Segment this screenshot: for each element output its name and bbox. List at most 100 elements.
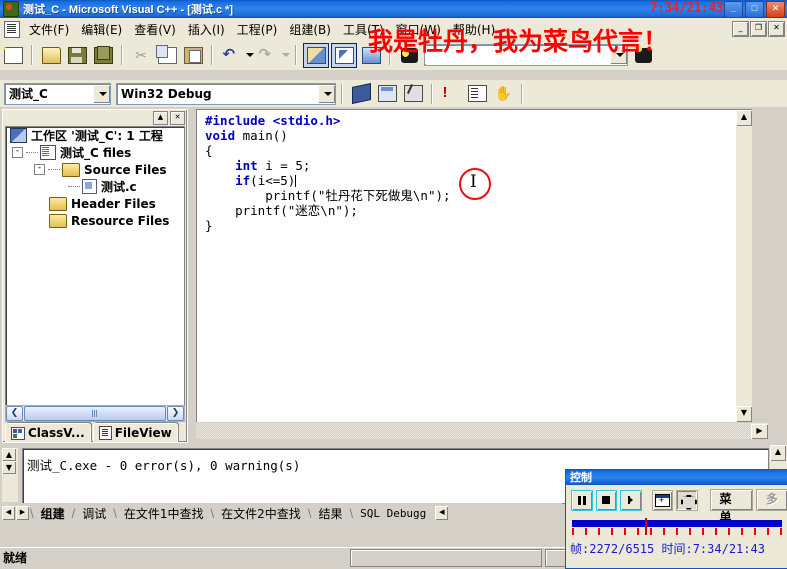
stop-icon <box>602 496 611 504</box>
menu-item-project[interactable]: 工程(P) <box>231 19 284 40</box>
more-button[interactable]: 多 <box>755 489 787 511</box>
compile-button[interactable] <box>349 82 373 105</box>
tab-class-view[interactable]: ClassV... <box>5 423 91 442</box>
tree-item-project[interactable]: - 测试_C files <box>6 144 184 161</box>
pause-button[interactable] <box>571 489 593 511</box>
tab-scroll-prev-button[interactable]: ◀ <box>2 506 15 520</box>
tab-scroll-right-button[interactable]: ◀ <box>435 506 449 520</box>
cut-button[interactable]: ✂ <box>129 44 153 67</box>
window-list-button[interactable] <box>359 44 383 67</box>
find-input[interactable] <box>425 46 608 64</box>
output-tab-debug[interactable]: 调试 <box>75 504 113 522</box>
workspace-panel-buttons: ▲ ✕ <box>153 111 185 125</box>
move-window-button[interactable] <box>651 489 674 511</box>
output-tab-results[interactable]: 结果 <box>311 504 349 522</box>
menu-bar: 文件(F) 编辑(E) 查看(V) 插入(I) 工程(P) 组建(B) 工具(T… <box>0 18 787 41</box>
tree-item-c-file[interactable]: 测试.c <box>6 178 184 195</box>
minimize-button[interactable]: _ <box>724 1 743 18</box>
slider-thumb[interactable] <box>645 518 648 535</box>
redo-button[interactable]: ↷ <box>255 44 279 67</box>
find-dropdown-button[interactable] <box>610 46 627 64</box>
new-document-button[interactable] <box>0 44 25 67</box>
expander-icon[interactable]: - <box>12 147 23 158</box>
paste-icon <box>183 46 203 64</box>
workspace-collapse-button[interactable]: ▲ <box>153 111 168 125</box>
go-button[interactable] <box>465 82 489 105</box>
playback-slider[interactable] <box>572 518 782 540</box>
tree-item-workspace[interactable]: 工作区 '测试_C': 1 工程 <box>6 127 184 144</box>
stop-build-button[interactable]: ! <box>439 82 463 105</box>
find-in-files-button[interactable] <box>397 44 421 67</box>
project-combo-dropdown[interactable] <box>93 84 110 103</box>
menu-item-edit[interactable]: 编辑(E) <box>75 19 128 40</box>
menu-item-window[interactable]: 窗口(W) <box>390 19 447 40</box>
window-controls: _ □ ✕ <box>724 1 785 18</box>
fullscreen-button[interactable] <box>676 489 698 511</box>
paste-button[interactable] <box>181 44 205 67</box>
output-toggle-button[interactable] <box>331 42 357 68</box>
output-scroll-up-button[interactable]: ▲ <box>2 448 16 461</box>
mdi-close-button[interactable]: ✕ <box>768 21 785 37</box>
menu-item-insert[interactable]: 插入(I) <box>182 19 231 40</box>
menu-item-help[interactable]: 帮助(H) <box>447 19 501 40</box>
execute-button[interactable] <box>401 82 425 105</box>
output-tab-sql-debugger[interactable]: SQL Debugg <box>353 504 433 522</box>
output-tab-find-in-files-2[interactable]: 在文件2中查找 <box>214 504 308 522</box>
status-cell-1 <box>350 548 542 567</box>
open-file-button[interactable] <box>39 44 63 67</box>
editor-vertical-scrollbar[interactable]: ▲ ▼ <box>735 110 752 422</box>
tab-scroll-next-button[interactable]: ▶ <box>16 506 29 520</box>
recorder-control-window: 控制 菜单 多 帧:2272/6515 时间:7:34/21:43 <box>565 469 787 569</box>
configuration-combo-dropdown[interactable] <box>318 84 335 103</box>
file-view-tree[interactable]: 工作区 '测试_C': 1 工程 - 测试_C files - Source F… <box>5 126 185 420</box>
scroll-up-button[interactable]: ▲ <box>736 110 752 126</box>
menu-item-file[interactable]: 文件(F) <box>23 19 75 40</box>
menu-item-tools[interactable]: 工具(T) <box>337 19 390 40</box>
undo-dropdown-arrow-icon[interactable] <box>246 53 254 57</box>
editor-horizontal-scrollbar[interactable]: ▶ <box>196 423 768 439</box>
tree-item-source-files[interactable]: - Source Files <box>6 161 184 178</box>
find-next-button[interactable] <box>631 44 655 67</box>
menu-item-build[interactable]: 组建(B) <box>283 19 337 40</box>
scrollbar-track[interactable] <box>196 423 751 439</box>
output-tab-build[interactable]: 组建 <box>34 504 72 522</box>
build-icon <box>377 85 397 102</box>
output-scroll-down-button[interactable]: ▼ <box>2 461 16 474</box>
vc6-application-window: 测试_C - Microsoft Visual C++ - [测试.c *] 7… <box>0 0 787 569</box>
stop-button[interactable] <box>595 489 618 511</box>
tree-item-resource-files[interactable]: Resource Files <box>6 212 184 229</box>
menu-button[interactable]: 菜单 <box>709 489 753 524</box>
configuration-combo[interactable]: Win32 Debug <box>116 82 336 105</box>
save-all-button[interactable] <box>91 44 115 67</box>
workspace-horizontal-scrollbar[interactable]: ❮ ❯ <box>5 405 185 422</box>
maximize-button[interactable]: □ <box>745 1 764 18</box>
scroll-right-button[interactable]: ❯ <box>167 406 184 421</box>
close-button[interactable]: ✕ <box>766 1 785 18</box>
project-combo[interactable]: 测试_C <box>4 82 111 105</box>
code-editor[interactable]: #include <stdio.h> void main() { int i =… <box>196 109 752 422</box>
tab-file-view[interactable]: FileView <box>92 423 178 442</box>
mdi-restore-button[interactable]: ❐ <box>750 21 767 37</box>
scissors-icon: ✂ <box>135 46 147 63</box>
toolbar-separator <box>121 45 123 65</box>
scrollbar-thumb[interactable] <box>24 406 166 421</box>
menu-item-view[interactable]: 查看(V) <box>128 19 182 40</box>
save-button[interactable] <box>65 44 89 67</box>
output-pane-scroll-up[interactable]: ▲ <box>770 445 786 461</box>
fast-forward-button[interactable] <box>620 489 642 511</box>
output-tab-find-in-files-1[interactable]: 在文件1中查找 <box>117 504 211 522</box>
expander-icon[interactable]: - <box>34 164 45 175</box>
build-button[interactable] <box>375 82 399 105</box>
workspace-toggle-button[interactable] <box>303 42 329 68</box>
workspace-close-button[interactable]: ✕ <box>170 111 185 125</box>
copy-button[interactable] <box>155 44 179 67</box>
insert-breakpoint-button[interactable]: ✋ <box>491 82 515 105</box>
scroll-left-button[interactable]: ❮ <box>6 406 23 421</box>
redo-dropdown-arrow-icon[interactable] <box>282 53 290 57</box>
scroll-right-button[interactable]: ▶ <box>751 423 768 439</box>
undo-button[interactable]: ↶ <box>219 44 243 67</box>
tree-item-header-files[interactable]: Header Files <box>6 195 184 212</box>
mdi-minimize-button[interactable]: _ <box>732 21 749 37</box>
scroll-down-button[interactable]: ▼ <box>736 406 752 422</box>
find-combo[interactable] <box>424 44 628 66</box>
